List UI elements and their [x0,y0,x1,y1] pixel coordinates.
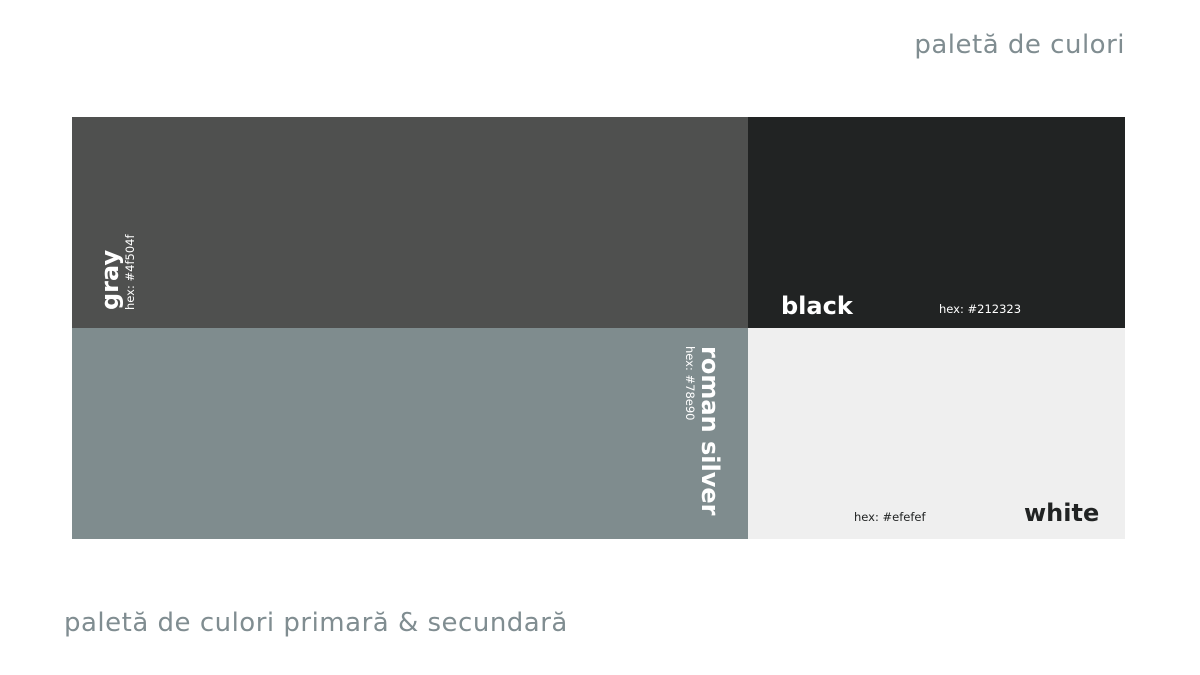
white-name: white [1024,499,1100,527]
roman-silver-swatch [72,328,748,539]
gray-swatch [72,117,748,328]
black-hex: hex: #212323 [939,302,1022,316]
roman-silver-name: roman silver [696,346,724,516]
gray-label-group: gray hex: #4f504f [96,234,137,311]
page-subtitle: paletă de culori primară & secundară [64,608,568,638]
gray-name: gray [96,249,124,310]
gray-hex: hex: #4f504f [123,234,137,311]
white-hex: hex: #efefef [854,510,926,524]
black-name: black [781,292,853,320]
palette-page: paletă de culori gray hex: #4f504f roman… [0,0,1200,675]
roman-silver-label-group: roman silver hex: #78e90 [683,346,724,516]
page-title: paletă de culori [914,30,1125,60]
roman-silver-hex: hex: #78e90 [683,346,697,421]
